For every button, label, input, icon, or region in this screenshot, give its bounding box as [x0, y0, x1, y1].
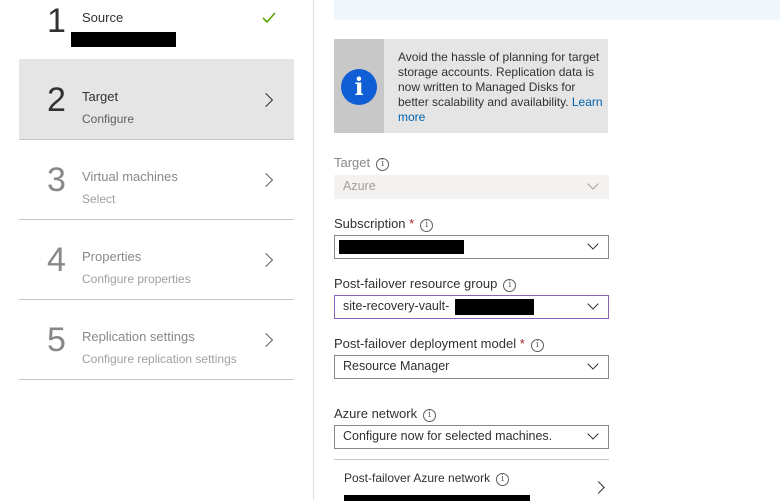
wizard-step-virtual-machines[interactable]: 3 Virtual machines Select — [19, 139, 294, 220]
post-failover-network-row[interactable]: Post-failover Azure network i — [334, 459, 609, 501]
chevron-down-icon — [587, 298, 599, 310]
required-marker: * — [519, 336, 525, 351]
chevron-down-icon — [587, 178, 599, 190]
managed-disks-banner: i Avoid the hassle of planning for targe… — [334, 39, 608, 133]
wizard-step-properties[interactable]: 4 Properties Configure properties — [19, 219, 294, 300]
redacted-network-name — [344, 495, 530, 501]
chevron-right-icon — [592, 481, 605, 494]
step-title: Virtual machines — [82, 169, 178, 184]
info-icon: i — [341, 69, 377, 105]
step-subtitle: Select — [82, 192, 116, 206]
redacted-subscription — [339, 240, 464, 254]
info-icon[interactable]: i — [503, 279, 517, 292]
redacted-resource-group-suffix — [455, 299, 534, 315]
subscription-dropdown[interactable] — [334, 235, 609, 259]
deployment-model-label-text: Post-failover deployment model — [334, 336, 517, 351]
step-number: 5 — [47, 321, 66, 359]
step-title: Target — [82, 89, 119, 104]
resource-group-value: site-recovery-vault- — [343, 299, 450, 313]
target-label-text: Target — [334, 155, 371, 170]
banner-icon-area: i — [334, 39, 384, 133]
subscription-label: Subscription * i — [334, 216, 434, 232]
target-dropdown: Azure — [334, 175, 609, 199]
banner-text: Avoid the hassle of planning for target … — [398, 50, 603, 125]
azure-network-dropdown[interactable]: Configure now for selected machines. — [334, 425, 609, 449]
top-info-bar — [334, 0, 780, 20]
step-subtitle: Configure properties — [82, 272, 191, 286]
wizard-step-replication-settings[interactable]: 5 Replication settings Configure replica… — [19, 299, 294, 380]
step-title: Replication settings — [82, 329, 195, 344]
chevron-down-icon — [587, 238, 599, 250]
chevron-right-icon — [258, 92, 274, 108]
info-icon[interactable]: i — [420, 219, 434, 232]
wizard-step-source[interactable]: 1 Source — [19, 0, 294, 60]
step-number: 3 — [47, 161, 66, 199]
target-value: Azure — [343, 179, 376, 193]
required-marker: * — [409, 216, 415, 231]
step-number: 1 — [47, 2, 66, 40]
chevron-down-icon — [587, 428, 599, 440]
step-subtitle: Configure replication settings — [82, 352, 237, 366]
resource-group-label: Post-failover resource group i — [334, 276, 517, 292]
step-title: Source — [82, 10, 124, 25]
wizard-step-target[interactable]: 2 Target Configure — [19, 59, 294, 140]
banner-message: Avoid the hassle of planning for target … — [398, 50, 600, 109]
step-number: 4 — [47, 241, 66, 279]
post-failover-network-label: Post-failover Azure network i — [344, 471, 510, 486]
chevron-right-icon — [258, 172, 274, 188]
info-icon[interactable]: i — [376, 158, 390, 171]
chevron-right-icon — [258, 252, 274, 268]
chevron-right-icon — [258, 332, 274, 348]
deployment-model-dropdown[interactable]: Resource Manager — [334, 355, 609, 379]
info-icon[interactable]: i — [530, 339, 544, 352]
step-subtitle: Configure — [82, 112, 135, 126]
azure-network-label: Azure network i — [334, 406, 437, 422]
checkmark-icon — [262, 12, 276, 24]
post-failover-network-label-text: Post-failover Azure network — [344, 471, 491, 485]
azure-network-label-text: Azure network — [334, 406, 418, 421]
azure-network-value: Configure now for selected machines. — [343, 429, 553, 443]
target-label: Target i — [334, 155, 390, 171]
deployment-model-label: Post-failover deployment model * i — [334, 336, 544, 352]
resource-group-dropdown[interactable]: site-recovery-vault- — [334, 295, 609, 319]
info-icon[interactable]: i — [496, 473, 510, 486]
step-number: 2 — [47, 81, 66, 119]
step-title: Properties — [82, 249, 142, 264]
chevron-down-icon — [587, 358, 599, 370]
subscription-label-text: Subscription — [334, 216, 406, 231]
deployment-model-value: Resource Manager — [343, 359, 450, 373]
panel-divider — [313, 0, 314, 500]
resource-group-label-text: Post-failover resource group — [334, 276, 498, 291]
info-icon[interactable]: i — [423, 409, 437, 422]
redacted-source-name — [71, 32, 176, 47]
